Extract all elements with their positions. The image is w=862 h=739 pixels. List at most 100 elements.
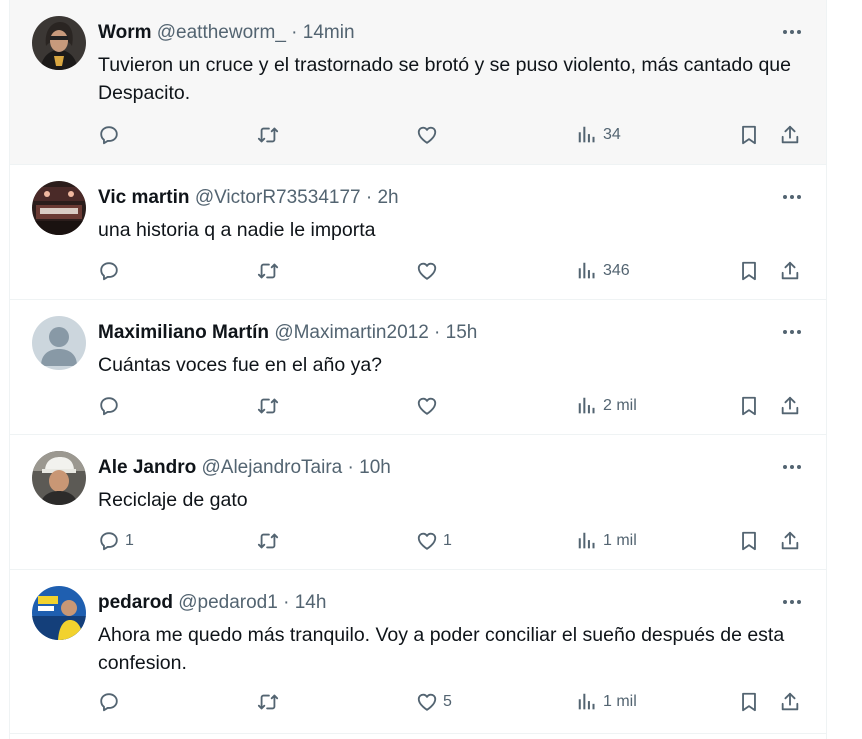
- share-button[interactable]: [779, 690, 801, 714]
- timestamp[interactable]: 2h: [377, 187, 398, 208]
- tweet-text: Reciclaje de gato: [98, 489, 248, 511]
- bookmark-icon: [742, 261, 756, 281]
- reply-icon: [100, 532, 118, 551]
- views-button[interactable]: 2 mil: [576, 394, 637, 418]
- like-button[interactable]: [416, 259, 443, 283]
- reply-button[interactable]: 1: [98, 529, 134, 553]
- reply-tweet-vic-martin[interactable]: Vic martin @VictorR73534177 · 2h una his…: [10, 165, 826, 300]
- views-button[interactable]: 1 mil: [576, 690, 637, 714]
- share-button[interactable]: [779, 259, 801, 283]
- bookmark-button[interactable]: [738, 690, 760, 714]
- like-button[interactable]: 5: [416, 690, 452, 714]
- bookmark-button[interactable]: [738, 394, 760, 418]
- share-icon: [781, 692, 799, 711]
- separator: ·: [285, 22, 303, 43]
- reply-button[interactable]: [98, 259, 125, 283]
- retweet-icon: [257, 398, 279, 414]
- reply-tweet-worm[interactable]: Worm @eattheworm_ · 14min Tuvieron un cr…: [10, 0, 826, 165]
- view-count: 346: [603, 262, 630, 279]
- tweet-actions: 5 1 mil: [98, 690, 806, 714]
- view-count: 1 mil: [603, 532, 637, 549]
- view-count: 1 mil: [603, 693, 637, 710]
- reply-tweet-pedarod[interactable]: pedarod @pedarod1 · 14h Ahora me quedo m…: [10, 570, 826, 734]
- timestamp[interactable]: 10h: [359, 457, 391, 478]
- retweet-icon: [257, 533, 279, 549]
- more-icon[interactable]: [780, 22, 804, 42]
- share-icon: [781, 396, 799, 415]
- avatar[interactable]: [32, 16, 86, 70]
- user-handle[interactable]: @Maximartin2012: [274, 322, 428, 343]
- reply-button[interactable]: [98, 394, 125, 418]
- reply-button[interactable]: [98, 690, 125, 714]
- views-icon: [578, 262, 595, 279]
- timestamp[interactable]: 14min: [303, 22, 355, 43]
- user-handle[interactable]: @eattheworm_: [157, 22, 286, 43]
- tweet-actions: 346: [98, 259, 806, 283]
- reply-count: 1: [125, 532, 134, 549]
- retweet-icon: [257, 694, 279, 710]
- bookmark-button[interactable]: [738, 123, 760, 147]
- display-name[interactable]: Vic martin: [98, 187, 190, 208]
- like-icon: [417, 397, 437, 415]
- reply-icon: [100, 126, 118, 145]
- avatar[interactable]: [32, 181, 86, 235]
- reply-icon: [100, 262, 118, 281]
- like-icon: [417, 126, 437, 144]
- user-handle[interactable]: @VictorR73534177: [195, 187, 361, 208]
- bookmark-icon: [742, 396, 756, 416]
- share-button[interactable]: [779, 394, 801, 418]
- separator: ·: [428, 322, 446, 343]
- like-button[interactable]: 1: [416, 529, 452, 553]
- reply-tweet-ale-jandro[interactable]: Ale Jandro @AlejandroTaira · 10h Recicla…: [10, 435, 826, 570]
- views-button[interactable]: 34: [576, 123, 621, 147]
- reply-button[interactable]: [98, 123, 125, 147]
- user-handle[interactable]: @AlejandroTaira: [201, 457, 342, 478]
- like-icon: [417, 532, 437, 550]
- tweet-actions: 1 1 1 mil: [98, 529, 806, 553]
- avatar[interactable]: [32, 586, 86, 640]
- tweet-text: Cuántas voces fue en el año ya?: [98, 354, 383, 376]
- bookmark-button[interactable]: [738, 529, 760, 553]
- like-icon: [417, 693, 437, 711]
- display-name[interactable]: Worm: [98, 22, 151, 43]
- view-count: 2 mil: [603, 397, 637, 414]
- user-handle[interactable]: @pedarod1: [178, 592, 278, 613]
- tweet-actions: 34: [98, 123, 806, 147]
- tweet-actions: 2 mil: [98, 394, 806, 418]
- view-count: 34: [603, 126, 621, 143]
- display-name[interactable]: Ale Jandro: [98, 457, 196, 478]
- views-icon: [578, 532, 595, 549]
- share-icon: [781, 531, 799, 550]
- timestamp[interactable]: 15h: [446, 322, 478, 343]
- like-count: 5: [443, 693, 452, 710]
- views-button[interactable]: 346: [576, 259, 630, 283]
- reply-tweet-maximiliano-martin[interactable]: Maximiliano Martín @Maximartin2012 · 15h…: [10, 300, 826, 435]
- more-icon[interactable]: [780, 187, 804, 207]
- avatar[interactable]: [32, 316, 86, 370]
- like-button[interactable]: [416, 394, 443, 418]
- more-icon[interactable]: [780, 457, 804, 477]
- share-icon: [781, 261, 799, 280]
- like-button[interactable]: [416, 123, 443, 147]
- views-icon: [578, 126, 595, 143]
- retweet-icon: [257, 127, 279, 143]
- views-button[interactable]: 1 mil: [576, 529, 637, 553]
- display-name[interactable]: Maximiliano Martín: [98, 322, 269, 343]
- bookmark-icon: [742, 125, 756, 145]
- separator: ·: [342, 457, 360, 478]
- like-count: 1: [443, 532, 452, 549]
- retweet-button[interactable]: [256, 123, 280, 147]
- share-button[interactable]: [779, 529, 801, 553]
- avatar[interactable]: [32, 451, 86, 505]
- reply-icon: [100, 397, 118, 416]
- retweet-button[interactable]: [256, 529, 280, 553]
- bookmark-button[interactable]: [738, 259, 760, 283]
- retweet-button[interactable]: [256, 394, 280, 418]
- share-button[interactable]: [779, 123, 801, 147]
- display-name[interactable]: pedarod: [98, 592, 173, 613]
- timestamp[interactable]: 14h: [295, 592, 327, 613]
- retweet-button[interactable]: [256, 259, 280, 283]
- more-icon[interactable]: [780, 322, 804, 342]
- retweet-button[interactable]: [256, 690, 280, 714]
- more-icon[interactable]: [780, 592, 804, 612]
